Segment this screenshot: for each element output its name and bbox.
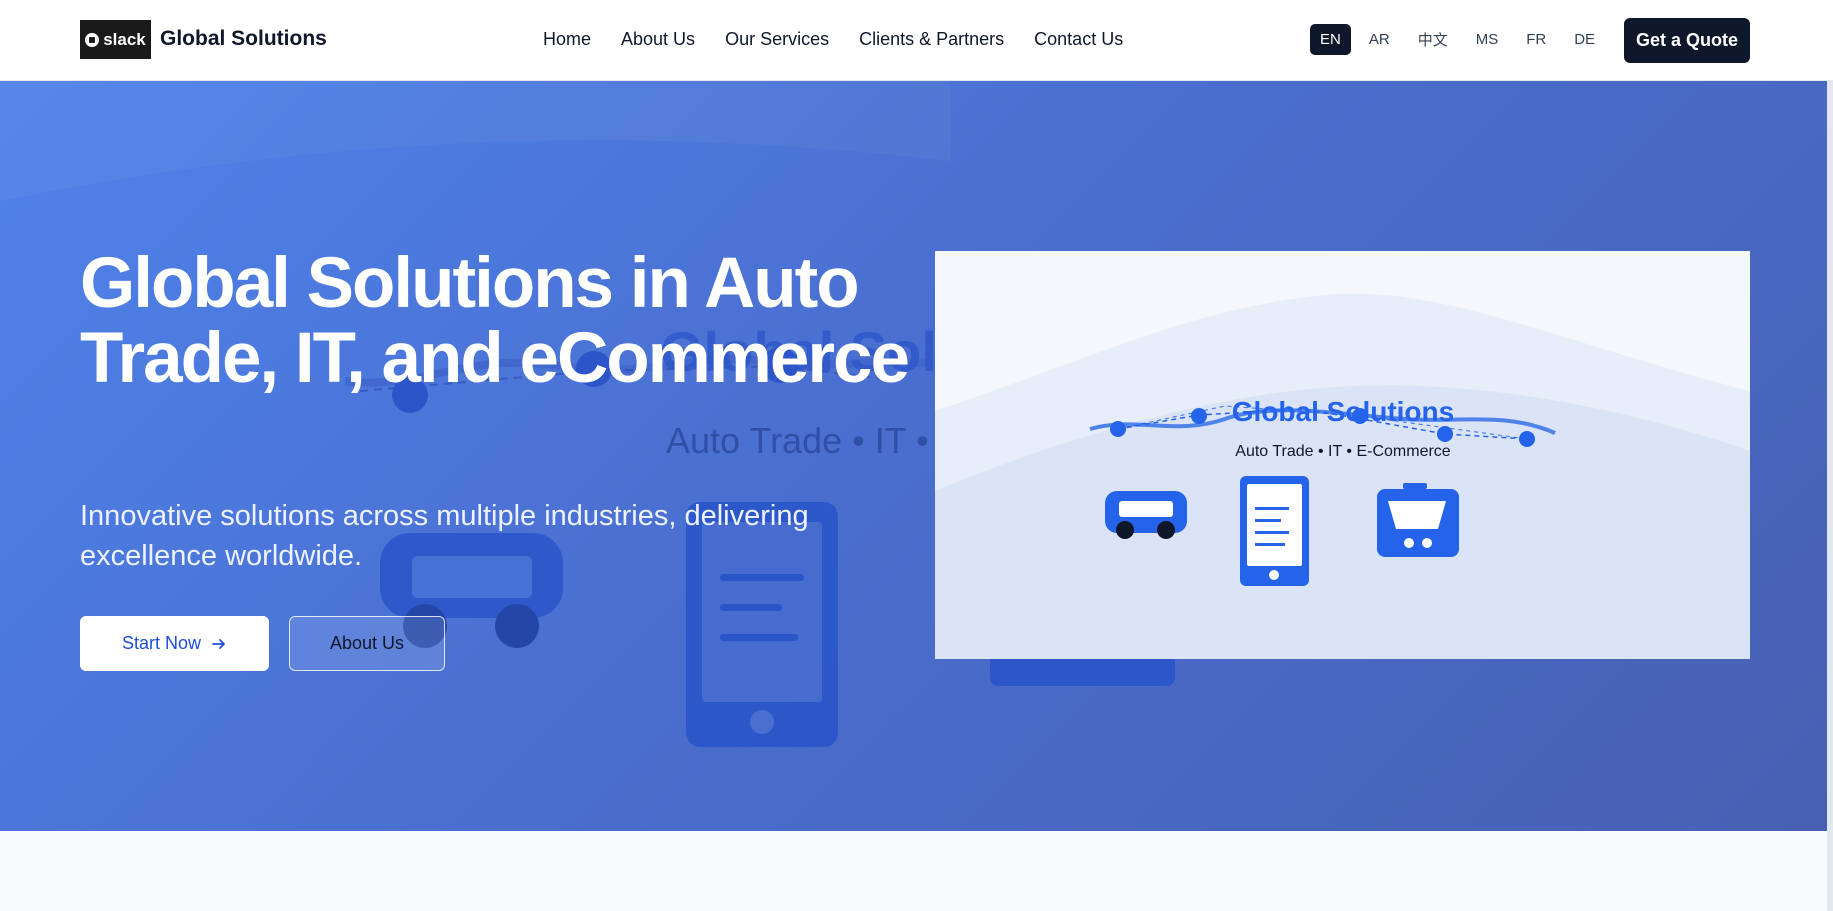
get-quote-button[interactable]: Get a Quote — [1624, 18, 1750, 63]
route-dot — [1110, 421, 1126, 437]
lang-de[interactable]: DE — [1564, 24, 1605, 55]
hero-title: Global Solutions in Auto Trade, IT, and … — [80, 244, 910, 398]
card-title: Global Solutions — [1232, 396, 1454, 427]
bg-wave-shape — [0, 81, 950, 201]
hero-illustration-card: Global Solutions Auto Trade • IT • E-Com… — [935, 251, 1750, 659]
nav-clients[interactable]: Clients & Partners — [859, 29, 1004, 50]
brand-name[interactable]: Global Solutions — [160, 27, 327, 51]
logo[interactable]: slack — [80, 20, 151, 59]
route-dot — [1519, 431, 1535, 447]
card-illustration: Global Solutions Auto Trade • IT • E-Com… — [935, 251, 1750, 659]
hero-section: Global Solutions Auto Trade • IT • E-Com… — [0, 81, 1833, 831]
lang-ar[interactable]: AR — [1359, 24, 1400, 55]
shopping-cart-icon — [1377, 483, 1459, 557]
card-subtitle: Auto Trade • IT • E-Commerce — [1235, 443, 1451, 460]
next-section — [0, 831, 1827, 911]
lang-fr[interactable]: FR — [1516, 24, 1556, 55]
hero-subtitle: Innovative solutions across multiple ind… — [80, 500, 809, 572]
logo-text: slack — [103, 29, 146, 49]
about-us-button[interactable]: About Us — [289, 616, 445, 671]
main-nav: Home About Us Our Services Clients & Par… — [543, 29, 1123, 50]
nav-contact[interactable]: Contact Us — [1034, 29, 1123, 50]
nav-home[interactable]: Home — [543, 29, 591, 50]
arrow-right-icon — [212, 638, 225, 649]
language-switcher: EN AR 中文 MS FR DE — [1310, 24, 1605, 55]
phone-icon — [1240, 476, 1309, 586]
lang-zh[interactable]: 中文 — [1408, 24, 1458, 55]
page-scrollbar[interactable] — [1827, 81, 1833, 911]
site-header: slack Global Solutions Home About Us Our… — [0, 0, 1833, 81]
lang-en[interactable]: EN — [1310, 24, 1351, 55]
nav-about[interactable]: About Us — [621, 29, 695, 50]
route-dot — [1191, 408, 1207, 424]
lang-ms[interactable]: MS — [1466, 24, 1509, 55]
slack-logo-icon — [85, 32, 100, 47]
nav-services[interactable]: Our Services — [725, 29, 829, 50]
start-now-button[interactable]: Start Now — [80, 616, 269, 671]
start-now-label: Start Now — [121, 633, 202, 653]
route-dot — [1437, 426, 1453, 442]
car-icon — [1105, 491, 1187, 539]
